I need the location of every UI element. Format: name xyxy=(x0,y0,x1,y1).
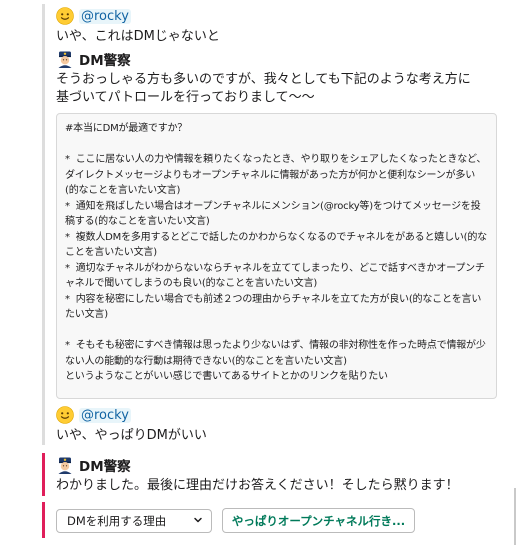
scrollbar[interactable] xyxy=(514,488,516,545)
message-text-line: そうおっしゃる方も多いのですが、我々としても下記のような考え方に xyxy=(56,72,471,87)
attachment-bar xyxy=(42,502,45,538)
police-officer-icon xyxy=(56,456,74,474)
message-text: いや、やっぱりDMがいい xyxy=(56,428,207,443)
message-text: そうおっしゃる方も多いのですが、我々としても下記のような考え方に 基づいてパトロ… xyxy=(56,71,502,107)
slightly-smiling-face-icon xyxy=(56,406,74,424)
user-mention[interactable]: @rocky xyxy=(79,407,131,423)
message-dm-police-2: DM警察 わかりました。最後に理由だけお答えください！そしたら黙ります！ xyxy=(56,455,502,495)
message-header: @rocky xyxy=(56,6,502,26)
code-block: #本当にDMが最適ですか？ * ここに居ない人の力や情報を頼りたくなったとき、や… xyxy=(56,113,497,399)
author-name[interactable]: DM警察 xyxy=(79,49,131,69)
police-officer-icon xyxy=(56,50,74,68)
select-placeholder: DMを利用する理由 xyxy=(67,514,167,528)
message-header: DM警察 xyxy=(56,455,502,475)
message-rocky-1: @rocky いや、これはDMじゃないと xyxy=(56,6,502,46)
message-text: いや、これはDMじゃないと xyxy=(56,29,220,44)
author-name[interactable]: DM警察 xyxy=(79,455,131,475)
message-text: わかりました。最後に理由だけお答えください！そしたら黙ります！ xyxy=(56,478,459,493)
attachment-bar xyxy=(42,453,45,496)
reason-select[interactable]: DMを利用する理由 xyxy=(56,509,212,533)
message-header: @rocky xyxy=(56,405,502,425)
message-thread: @rocky いや、これはDMじゃないと DM警察 そうおっしゃる方も多いのです… xyxy=(0,0,517,545)
message-rocky-2: @rocky いや、やっぱりDMがいい xyxy=(56,405,502,445)
message-text-line: 基づいてパトロールを行っておりまして〜〜 xyxy=(56,90,315,105)
message-header: DM警察 xyxy=(56,49,502,69)
slightly-smiling-face-icon xyxy=(56,7,74,25)
message-dm-police-1: DM警察 そうおっしゃる方も多いのですが、我々としても下記のような考え方に 基づ… xyxy=(56,49,502,107)
chevron-down-icon xyxy=(193,514,203,528)
open-channel-button[interactable]: やっぱりオープンチャネル行き... xyxy=(222,508,415,533)
quote-bar xyxy=(42,4,45,445)
user-mention[interactable]: @rocky xyxy=(79,8,131,24)
